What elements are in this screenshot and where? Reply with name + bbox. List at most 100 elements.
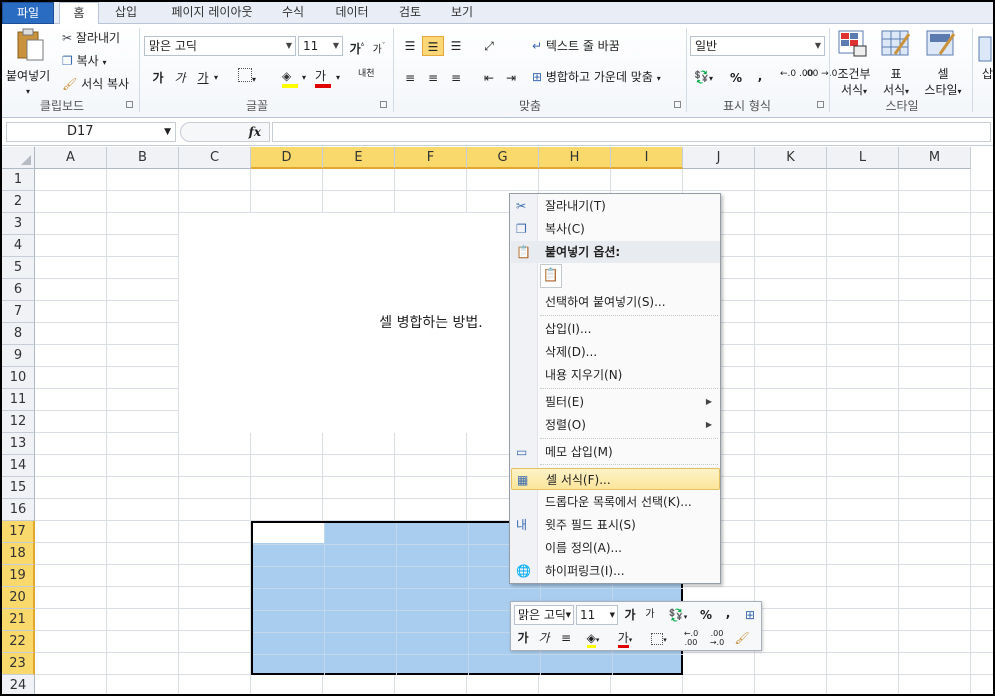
row-header-19[interactable]: 19 — [2, 565, 35, 587]
format-painter-button[interactable]: 🖌 서식 복사 — [62, 76, 129, 92]
row-header-17[interactable]: 17 — [2, 521, 35, 543]
mini-fill-color-button[interactable]: ◈▾ — [579, 628, 607, 648]
row-header-18[interactable]: 18 — [2, 543, 35, 565]
alignment-launcher-icon[interactable] — [674, 101, 681, 108]
column-header-d[interactable]: D — [251, 147, 323, 169]
row-header-20[interactable]: 20 — [2, 587, 35, 609]
mini-merge-button[interactable]: ⊞ — [741, 605, 759, 625]
column-header-m[interactable]: M — [899, 147, 971, 169]
mini-comma-button[interactable]: , — [721, 603, 735, 623]
mini-font-color-button[interactable]: 가▾ — [611, 628, 639, 648]
mini-font-size-combo[interactable]: 11 ▼ — [576, 605, 618, 625]
grow-font-button[interactable]: 가ᐞ — [346, 36, 368, 56]
insert-cells-icon[interactable] — [978, 36, 992, 66]
increase-decimal-button[interactable]: ←.0 .00 — [780, 70, 813, 79]
menu-item-sort[interactable]: 정렬(O) ▶ — [511, 414, 720, 436]
copy-dropdown-icon[interactable]: ▾ — [103, 58, 107, 67]
align-top-button[interactable]: ☰ — [399, 36, 421, 56]
tab-data[interactable]: 데이터 — [327, 2, 377, 24]
align-bottom-button[interactable]: ☰ — [445, 36, 467, 56]
menu-item-filter[interactable]: 필터(E) ▶ — [511, 391, 720, 413]
format-as-table-button[interactable]: 표 서식▾ — [880, 66, 912, 100]
mini-grow-font-button[interactable]: 가 — [621, 605, 639, 625]
font-name-combo[interactable]: 맑은 고딕 ▼ — [144, 36, 296, 56]
column-header-i[interactable]: I — [611, 147, 683, 169]
wrap-text-button[interactable]: ↵ 텍스트 줄 바꿈 — [532, 38, 620, 54]
name-box[interactable]: D17 ▼ — [6, 122, 176, 142]
select-all-button[interactable] — [2, 147, 35, 169]
menu-item-define-name[interactable]: 이름 정의(A)... — [511, 537, 720, 559]
clipboard-launcher-icon[interactable] — [126, 101, 133, 108]
align-left-button[interactable]: ≡ — [399, 68, 421, 88]
align-right-button[interactable]: ≡ — [445, 68, 467, 88]
row-header-4[interactable]: 4 — [2, 235, 35, 257]
menu-item-delete[interactable]: 삭제(D)... — [511, 341, 720, 363]
menu-item-insert[interactable]: 삽입(I)... — [511, 318, 720, 340]
row-header-1[interactable]: 1 — [2, 169, 35, 191]
row-header-14[interactable]: 14 — [2, 455, 35, 477]
menu-item-insert-comment[interactable]: ▭ 메모 삽입(M) — [511, 441, 720, 463]
decrease-decimal-button[interactable]: .00 →.0 — [804, 70, 837, 79]
mini-bold-button[interactable]: 가 — [514, 628, 532, 648]
row-header-9[interactable]: 9 — [2, 345, 35, 367]
font-color-dropdown-icon[interactable]: ▾ — [336, 70, 340, 86]
row-header-10[interactable]: 10 — [2, 367, 35, 389]
row-header-13[interactable]: 13 — [2, 433, 35, 455]
mini-align-center-button[interactable]: ≡ — [557, 628, 575, 648]
column-header-l[interactable]: L — [827, 147, 899, 169]
menu-item-format-cells[interactable]: ▦ 셀 서식(F)... — [511, 468, 720, 490]
underline-button[interactable]: 가 — [192, 68, 214, 88]
menu-item-show-phonetic-field[interactable]: 내 윗주 필드 표시(S) — [511, 514, 720, 536]
borders-button[interactable]: ▾ — [238, 68, 256, 88]
mini-shrink-font-button[interactable]: 가 — [641, 605, 659, 625]
row-header-15[interactable]: 15 — [2, 477, 35, 499]
phonetic-button[interactable]: 내천 — [358, 70, 375, 79]
row-header-16[interactable]: 16 — [2, 499, 35, 521]
column-header-f[interactable]: F — [395, 147, 467, 169]
decrease-indent-button[interactable]: ⇤ — [478, 68, 500, 88]
row-header-23[interactable]: 23 — [2, 653, 35, 675]
column-header-b[interactable]: B — [107, 147, 179, 169]
mini-format-painter-button[interactable]: 🖌 — [733, 628, 751, 648]
mini-borders-button[interactable]: ▾ — [645, 628, 673, 648]
tab-formulas[interactable]: 수식 — [272, 2, 314, 24]
menu-item-paste-special[interactable]: 선택하여 붙여넣기(S)... — [511, 291, 720, 313]
mini-decrease-decimal-button[interactable]: .00 →.0 — [705, 629, 729, 649]
font-color-button[interactable]: 가 — [315, 68, 331, 88]
shrink-font-button[interactable]: 가ˇ — [368, 36, 390, 56]
column-header-j[interactable]: J — [683, 147, 755, 169]
column-header-c[interactable]: C — [179, 147, 251, 169]
merge-dropdown-icon[interactable]: ▾ — [657, 74, 661, 83]
accounting-button[interactable]: 💱▾ — [694, 69, 713, 87]
italic-button[interactable]: 가 — [169, 68, 191, 88]
menu-item-cut[interactable]: ✂ 잘라내기(T) — [511, 195, 720, 217]
column-header-e[interactable]: E — [323, 147, 395, 169]
tab-page-layout[interactable]: 페이지 레이아웃 — [157, 2, 267, 24]
paste-dropdown-icon[interactable]: ▾ — [26, 84, 30, 100]
align-middle-button[interactable]: ☰ — [422, 36, 444, 56]
row-header-6[interactable]: 6 — [2, 279, 35, 301]
menu-item-copy[interactable]: ❐ 복사(C) — [511, 218, 720, 240]
font-launcher-icon[interactable] — [380, 101, 387, 108]
row-header-7[interactable]: 7 — [2, 301, 35, 323]
underline-dropdown-icon[interactable]: ▾ — [214, 70, 218, 86]
conditional-formatting-icon[interactable] — [838, 30, 868, 62]
number-launcher-icon[interactable] — [817, 101, 824, 108]
insert-function-icon[interactable]: fx — [249, 123, 261, 141]
row-header-5[interactable]: 5 — [2, 257, 35, 279]
tab-home[interactable]: 홈 — [59, 2, 99, 25]
percent-button[interactable]: % — [725, 68, 747, 88]
align-center-button[interactable]: ≡ — [422, 68, 444, 88]
mini-accounting-button[interactable]: 💱▾ — [663, 605, 693, 625]
column-header-g[interactable]: G — [467, 147, 539, 169]
row-header-11[interactable]: 11 — [2, 389, 35, 411]
paste-label[interactable]: 붙여넣기 — [6, 68, 50, 84]
formula-input[interactable] — [272, 122, 991, 142]
tab-review[interactable]: 검토 — [390, 2, 430, 24]
format-as-table-icon[interactable] — [881, 30, 911, 62]
menu-item-pick-from-dropdown[interactable]: 드롭다운 목록에서 선택(K)... — [511, 491, 720, 513]
chevron-down-icon[interactable]: ▼ — [164, 123, 171, 141]
mini-increase-decimal-button[interactable]: ←.0 .00 — [679, 629, 703, 649]
increase-indent-button[interactable]: ⇥ — [500, 68, 522, 88]
row-header-24[interactable]: 24 — [2, 675, 35, 694]
